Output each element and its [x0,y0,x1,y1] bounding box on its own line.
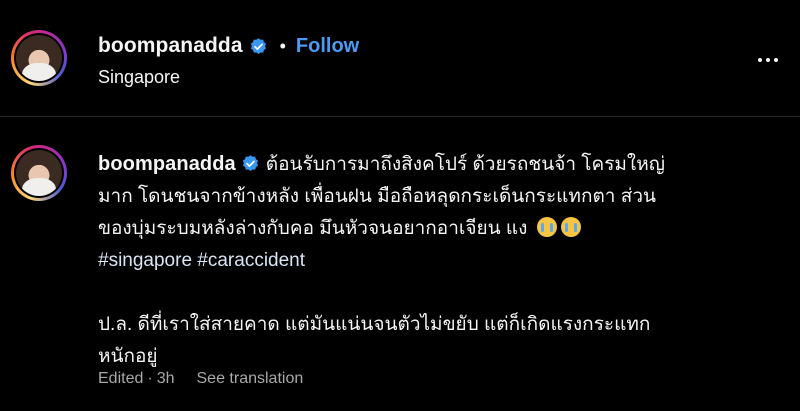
caption-username-link[interactable]: boompanadda [98,153,236,175]
verified-badge-icon [242,155,258,172]
see-translation-button[interactable]: See translation [197,370,304,388]
hashtag-links[interactable]: #singapore #caraccident [98,250,305,271]
caption-line: ต้อนรับการมาถึงสิงคโปร์ ด้วยรถชนจ้า โครม… [265,154,665,175]
edited-label: Edited [98,370,144,387]
caption-text: boompanadda ต้อนรับการมาถึงสิงคโปร์ ด้วยร… [98,148,788,373]
username-link[interactable]: boompanadda [98,34,243,58]
post-meta: Edited · 3h See translation [98,370,303,388]
timestamp[interactable]: 3h [157,370,175,388]
more-options-icon[interactable] [758,58,778,62]
caption-line: ของบุ่มระบมหลังล่างกับคอ มึนหัวจนอยากอาเ… [98,218,528,239]
divider [0,116,800,117]
header-name-row: boompanadda • Follow [98,34,359,58]
avatar[interactable] [11,145,67,201]
avatar[interactable] [11,30,67,86]
post-header: boompanadda • Follow Singapore [0,0,800,116]
location-link[interactable]: Singapore [98,67,180,88]
follow-button[interactable]: Follow [296,35,359,58]
caption-line: มาก โดนชนจากข้างหลัง เพื่อนฝน มือถือหลุด… [98,186,656,207]
crying-face-emoji [560,217,581,237]
crying-face-emoji [536,217,557,237]
caption-line: ป.ล. ดีที่เราใส่สายคาด แต่มันแน่นจนตัวไม… [98,314,651,335]
meta-dot: · [147,370,153,387]
verified-badge-icon [250,37,266,54]
separator-dot: • [279,35,286,56]
caption-line: หนักอยู่ [98,346,158,367]
